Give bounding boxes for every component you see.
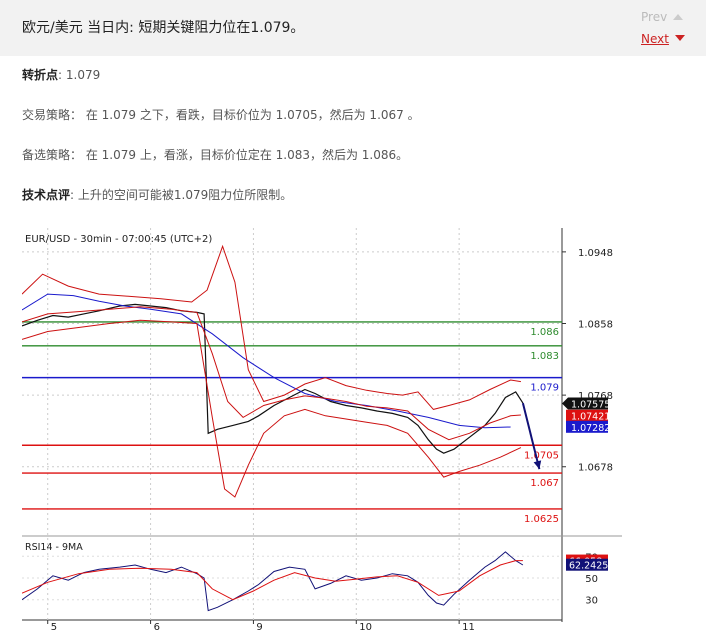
next-link[interactable]: Next xyxy=(641,32,685,46)
pivot-paragraph: 转折点: 1.079 xyxy=(22,66,100,83)
comment-text: : 上升的空间可能被1.079阻力位所限制。 xyxy=(70,188,293,202)
chevron-up-icon xyxy=(673,14,684,20)
level-label: 1.0625 xyxy=(524,514,559,525)
pivot-value: : 1.079 xyxy=(58,68,101,82)
alternative-label: 备选策略： xyxy=(22,148,83,162)
comment-paragraph: 技术点评: 上升的空间可能被1.079阻力位所限制。 xyxy=(22,186,292,203)
strategy-label: 交易策略： xyxy=(22,108,83,122)
chart-title: EUR/USD - 30min - 07:00:45 (UTC+2) xyxy=(25,234,212,245)
price-tag-label: 1.07575 xyxy=(571,399,610,410)
time-tick-label: 6 xyxy=(154,622,160,632)
price-tag: 1.07282 xyxy=(566,420,610,434)
rsi-tag: 62.2425 xyxy=(566,558,608,572)
level-label: 1.083 xyxy=(530,351,559,362)
rsi-tag-label: 62.2425 xyxy=(569,561,608,572)
time-tick-label: 9 xyxy=(256,622,262,632)
rsi-panel-label: RSI14 - 9MA xyxy=(25,542,83,553)
level-label: 1.086 xyxy=(530,327,559,338)
rsi-tick-label: 50 xyxy=(585,574,598,585)
price-tag-label: 1.07282 xyxy=(571,423,610,434)
rsi-tick-label: 30 xyxy=(585,596,598,607)
price-tag: 1.07421 xyxy=(566,409,610,423)
time-tick-label: 5 xyxy=(51,622,57,632)
article-title: 欧元/美元 当日内: 短期关键阻力位在1.079。 xyxy=(22,20,305,36)
price-tick-label: 1.0948 xyxy=(578,248,613,259)
prev-link[interactable]: Prev xyxy=(641,10,684,24)
strategy-text: 在 1.079 之下，看跌，目标价位为 1.0705，然后为 1.067 。 xyxy=(82,108,420,122)
article-header: 欧元/美元 当日内: 短期关键阻力位在1.079。 Prev Next xyxy=(0,0,706,56)
level-label: 1.067 xyxy=(530,478,559,489)
alternative-text: 在 1.079 上，看涨，目标价位定在 1.083，然后为 1.086。 xyxy=(82,148,409,162)
price-tick-label: 1.0858 xyxy=(578,319,613,330)
alternative-paragraph: 备选策略： 在 1.079 上，看涨，目标价位定在 1.083，然后为 1.08… xyxy=(22,146,408,163)
next-label: Next xyxy=(641,32,669,46)
level-label: 1.0705 xyxy=(524,450,559,461)
prev-label: Prev xyxy=(641,10,668,24)
chart-background xyxy=(22,228,622,632)
pivot-label: 转折点 xyxy=(22,68,59,82)
time-tick-label: 10 xyxy=(359,622,372,632)
strategy-paragraph: 交易策略： 在 1.079 之下，看跌，目标价位为 1.0705，然后为 1.0… xyxy=(22,106,420,123)
chevron-down-icon xyxy=(674,35,685,41)
comment-label: 技术点评 xyxy=(22,188,71,202)
eurusd-chart: 1.09481.08581.07681.06785 6 9 10 111.0861.08… xyxy=(22,228,622,632)
price-tag: 1.07575 xyxy=(562,397,610,410)
time-tick-label: 11 xyxy=(462,622,475,632)
price-tick-label: 1.0678 xyxy=(578,463,613,474)
level-label: 1.079 xyxy=(530,383,559,394)
